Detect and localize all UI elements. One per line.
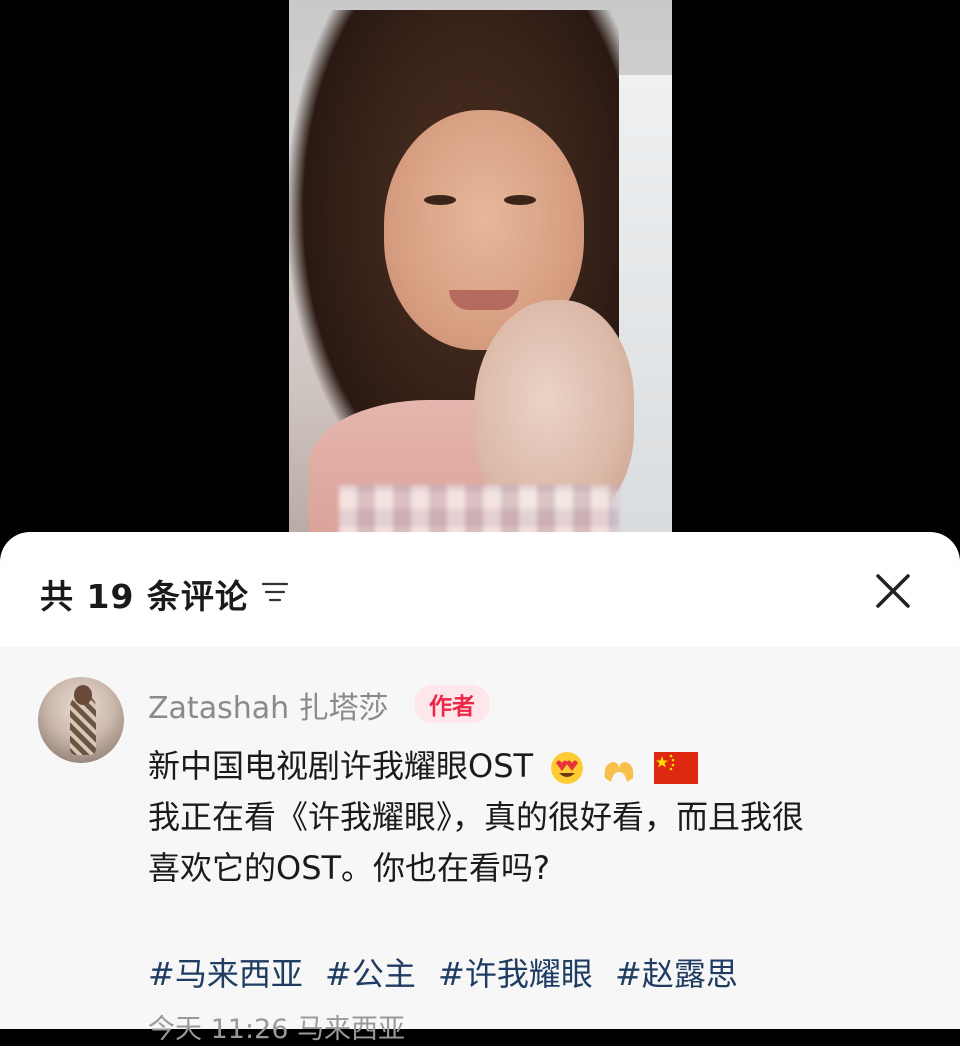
china-flag-emoji — [653, 752, 698, 784]
left-eye — [424, 195, 456, 205]
hashtag-list: #马来西亚 #公主 #许我耀眼 #赵露思 — [148, 949, 750, 995]
username[interactable]: Zatashah 扎塔莎 — [148, 683, 389, 727]
comment-item: Zatashah 扎塔莎 作者 新中国电视剧许我耀眼OST 我正在看《许我耀眼》… — [0, 647, 960, 1045]
heart-eyes-emoji — [551, 752, 584, 784]
comment-line-2: 我正在看《许我耀眼》，真的很好看，而且我很 — [148, 798, 805, 836]
video-frame[interactable] — [289, 0, 672, 545]
comments-header: 共 19 条评论 — [0, 532, 960, 648]
comments-sheet: 共 19 条评论 Zatashah 扎塔莎 作者 新中国电视剧许我耀眼OST 我… — [0, 532, 960, 1045]
comment-body: 新中国电视剧许我耀眼OST 我正在看《许我耀眼》，真的很好看，而且我很 喜欢它的… — [148, 741, 938, 894]
comment-count-title: 共 19 条评论 — [40, 577, 249, 616]
comment-time: 今天 11:26 — [148, 1014, 289, 1045]
comment-line-1-text: 新中国电视剧许我耀眼OST — [148, 747, 534, 785]
avatar[interactable] — [38, 677, 124, 763]
hashtag-link[interactable]: #公主 — [325, 955, 416, 993]
avatar-head — [74, 685, 92, 705]
comment-meta: 今天 11:26 马来西亚 — [148, 1007, 405, 1046]
hashtag-link[interactable]: #赵露思 — [615, 955, 738, 993]
comment-location: 马来西亚 — [297, 1014, 405, 1045]
heart-hands-emoji — [605, 762, 634, 782]
right-eye — [504, 195, 536, 205]
sort-icon[interactable] — [262, 581, 288, 603]
comment-line-3: 喜欢它的OST。你也在看吗? — [148, 849, 551, 887]
author-badge: 作者 — [414, 685, 490, 723]
hashtag-link[interactable]: #马来西亚 — [148, 955, 303, 993]
mouth — [449, 290, 519, 310]
hashtag-link[interactable]: #许我耀眼 — [438, 955, 593, 993]
close-icon[interactable] — [870, 568, 916, 614]
comment-line-1: 新中国电视剧许我耀眼OST — [148, 741, 938, 792]
